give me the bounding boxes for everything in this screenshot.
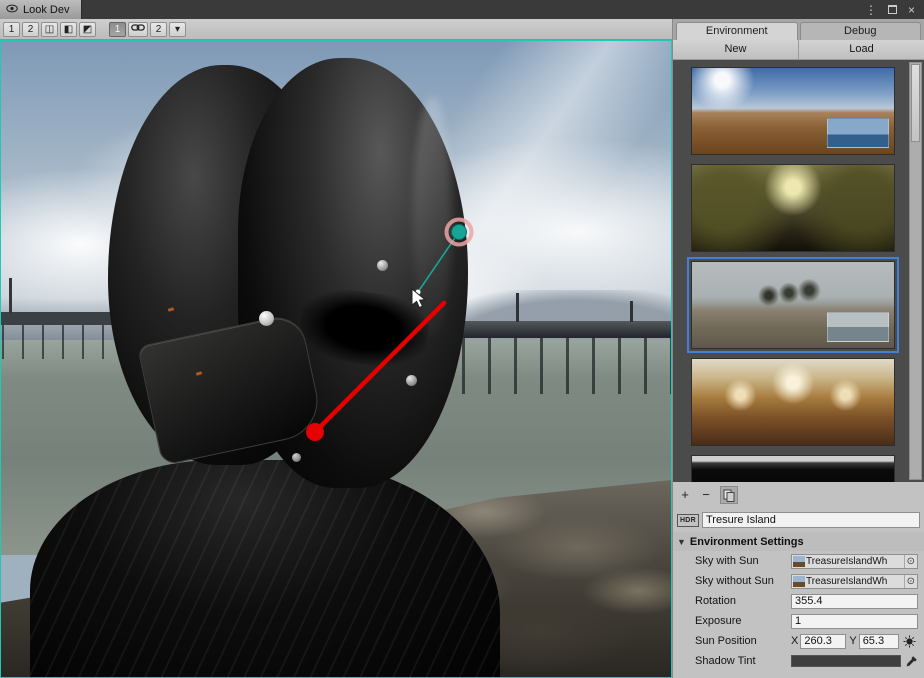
hdr-name-row: HDR Tresure Island: [673, 508, 924, 532]
menu-kebab-icon[interactable]: ⋮: [865, 3, 877, 17]
dropdown-arrow-icon[interactable]: ▾: [169, 22, 186, 37]
hdri-thumbnail-forest[interactable]: [691, 164, 895, 252]
remove-environment-button[interactable]: −: [699, 487, 713, 503]
sun-y-axis-label: Y: [849, 635, 856, 647]
robot-stud-4: [292, 453, 301, 462]
object-picker-icon[interactable]: ⊙: [904, 555, 917, 568]
sun-x-axis-label: X: [791, 635, 798, 647]
sky-without-sun-object-field[interactable]: TreasureIslandWh ⊙: [791, 574, 918, 589]
row-shadow-tint: Shadow Tint: [673, 651, 924, 671]
scrollbar-thumb[interactable]: [911, 64, 920, 142]
duplicate-environment-icon[interactable]: [720, 486, 738, 504]
exposure-input[interactable]: 1: [791, 614, 918, 629]
lookdev-toolbar: 1 2 ◫ ◧ ◩ 1 2 ▾: [0, 19, 672, 40]
row-sun-position: Sun Position X 260.3 Y 65.3: [673, 631, 924, 651]
rotation-label: Rotation: [695, 595, 791, 607]
row-exposure: Exposure 1: [673, 611, 924, 631]
environment-settings-header[interactable]: ▼ Environment Settings: [673, 532, 924, 551]
thumbnail-inset: [827, 312, 889, 342]
scene-pier-left-posts: [2, 325, 114, 359]
thumbnail-inset: [827, 118, 889, 148]
side-by-side-icon[interactable]: ◧: [60, 22, 77, 37]
view-1-button[interactable]: 1: [3, 22, 20, 37]
shadow-tint-color-swatch[interactable]: [791, 655, 901, 667]
add-environment-button[interactable]: +: [678, 487, 692, 503]
panel-tabs: Environment Debug: [673, 19, 924, 40]
sky-with-sun-label: Sky with Sun: [695, 555, 791, 567]
scene-pier-left: [0, 312, 116, 325]
library-actions: New Load: [673, 40, 924, 60]
window-title: Look Dev: [23, 4, 69, 16]
diagonal-split-icon[interactable]: ◩: [79, 22, 96, 37]
close-icon[interactable]: ×: [908, 3, 915, 17]
compare-1-button[interactable]: 1: [109, 22, 126, 37]
sun-position-label: Sun Position: [695, 635, 791, 647]
sky-without-sun-label: Sky without Sun: [695, 575, 791, 587]
settings-title: Environment Settings: [690, 536, 804, 548]
load-button[interactable]: Load: [799, 40, 924, 59]
link-views-icon[interactable]: [128, 22, 148, 37]
hdri-thumbnail-dark[interactable]: [691, 455, 895, 482]
sky-with-sun-value: TreasureIslandWh: [806, 556, 904, 567]
sky-without-sun-value: TreasureIslandWh: [806, 576, 904, 587]
rotation-input[interactable]: 355.4: [791, 594, 918, 609]
object-picker-icon[interactable]: ⊙: [904, 575, 917, 588]
shadow-tint-label: Shadow Tint: [695, 655, 791, 667]
window-tab[interactable]: Look Dev: [0, 0, 82, 19]
environment-name-field[interactable]: Tresure Island: [702, 512, 920, 528]
row-sky-without-sun: Sky without Sun TreasureIslandWh ⊙: [673, 571, 924, 591]
viewport-3d[interactable]: [0, 40, 672, 678]
foldout-triangle-icon[interactable]: ▼: [677, 537, 686, 547]
window-controls: ⋮ ×: [865, 0, 924, 19]
scene-pier-mast-2: [630, 301, 633, 322]
list-toolbar: + −: [673, 482, 924, 508]
new-button[interactable]: New: [673, 40, 799, 59]
sun-gizmo-icon[interactable]: [903, 635, 916, 648]
environment-panel: Environment Debug New Load + − HDR: [672, 19, 924, 678]
view-2-button[interactable]: 2: [22, 22, 39, 37]
hdri-list: [673, 60, 924, 482]
hdri-thumbnail-desert[interactable]: [691, 67, 895, 155]
compare-2-button[interactable]: 2: [150, 22, 167, 37]
row-rotation: Rotation 355.4: [673, 591, 924, 611]
sky-with-sun-object-field[interactable]: TreasureIslandWh ⊙: [791, 554, 918, 569]
row-sky-with-sun: Sky with Sun TreasureIslandWh ⊙: [673, 551, 924, 571]
scene-pier-mast: [516, 293, 519, 322]
tab-environment[interactable]: Environment: [676, 22, 798, 40]
eyedropper-icon[interactable]: [905, 655, 918, 668]
title-bar: Look Dev ⋮ ×: [0, 0, 924, 19]
robot-stud-2: [377, 260, 388, 271]
maximize-icon[interactable]: [888, 5, 897, 14]
cubemap-preview-icon: [793, 556, 805, 567]
sun-y-input[interactable]: 65.3: [859, 634, 899, 649]
tab-debug[interactable]: Debug: [800, 22, 922, 40]
scene-crane: [9, 278, 12, 314]
exposure-label: Exposure: [695, 615, 791, 627]
sun-x-input[interactable]: 260.3: [800, 634, 846, 649]
hdri-thumbnail-treasure-island[interactable]: [691, 261, 895, 349]
robot-stud: [259, 311, 274, 326]
list-scrollbar[interactable]: [909, 62, 922, 480]
eye-icon: [6, 4, 18, 16]
cubemap-preview-icon: [793, 576, 805, 587]
split-view-icon[interactable]: ◫: [41, 22, 58, 37]
hdr-badge: HDR: [677, 514, 699, 527]
robot-stud-3: [406, 375, 417, 386]
lookdev-window: Look Dev ⋮ × 1 2 ◫ ◧ ◩ 1 2 ▾: [0, 0, 924, 678]
hdri-thumbnail-cathedral[interactable]: [691, 358, 895, 446]
